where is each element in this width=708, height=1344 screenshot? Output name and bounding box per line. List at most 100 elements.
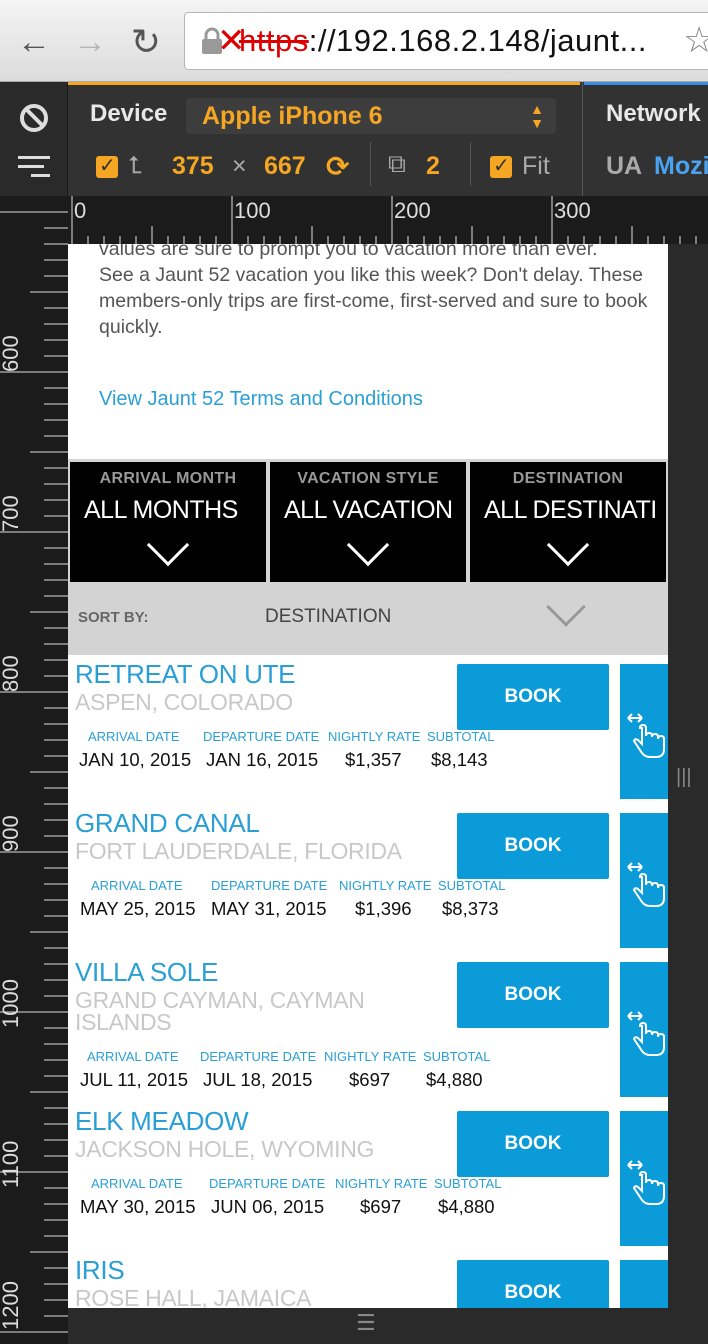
vertical-ruler: 600 700 800 900 1000 1100 1200 [0, 196, 68, 1344]
address-bar[interactable]: ✕ https://192.168.2.148/jaunt... ☆ [184, 12, 708, 70]
book-button[interactable]: BOOK [457, 962, 609, 1028]
back-arrow-icon[interactable]: ← [14, 22, 54, 62]
chevron-down-icon [146, 523, 190, 567]
disable-emulation-icon[interactable] [20, 104, 48, 132]
book-button[interactable]: BOOK [457, 1111, 609, 1177]
forward-arrow-icon[interactable]: → [70, 22, 110, 62]
intro-text: values are sure to prompt you to vacatio… [99, 244, 659, 340]
book-button[interactable]: BOOK [457, 1260, 609, 1308]
width-input[interactable]: 375 [172, 152, 214, 181]
swap-dimensions-icon[interactable]: ⮤ [128, 152, 142, 180]
swipe-panel[interactable] [620, 813, 668, 948]
listing-location: ASPEN, COLORADO [75, 689, 293, 715]
departure-date: JUL 18, 2015 [203, 1069, 313, 1090]
device-label: Device [90, 100, 168, 127]
url-path: ://192.168.2.148/jaunt... [308, 23, 647, 58]
filter-title: DESTINATION [512, 470, 624, 487]
arrival-date: JUL 11, 2015 [80, 1069, 188, 1090]
swipe-hand-icon [627, 713, 665, 758]
bookmark-star-icon[interactable]: ☆ [683, 19, 708, 61]
listing-name[interactable]: GRAND CANAL [75, 808, 260, 839]
ruler-label: 1100 [0, 1140, 23, 1188]
ruler-ticks [71, 196, 697, 244]
reload-icon[interactable]: ↻ [126, 22, 166, 62]
network-label[interactable]: Network [606, 100, 701, 128]
separator [582, 82, 583, 196]
swipe-hand-icon [627, 1160, 665, 1205]
book-button[interactable]: BOOK [457, 813, 609, 879]
separator [370, 142, 371, 186]
intro-paragraph: See a Jaunt 52 vacation you like this we… [99, 264, 648, 338]
filter-title: ARRIVAL MONTH [99, 470, 237, 487]
chevron-down-icon [546, 587, 586, 627]
ruler-label: 100 [234, 198, 271, 223]
departure-date: JUN 06, 2015 [211, 1196, 325, 1217]
intro-paragraph: values are sure to prompt you to vacatio… [99, 244, 598, 260]
ruler-label: 200 [394, 198, 431, 223]
device-tab-indicator [68, 82, 580, 85]
swipe-hand-icon [627, 1011, 665, 1056]
subtotal-header: SUBTOTAL [438, 878, 506, 893]
listing-location: FORT LAUDERDALE, FLORIDA [75, 838, 402, 864]
sort-label: SORT BY: [78, 609, 149, 626]
ua-label: UA [606, 152, 643, 180]
ruler-label: 1200 [0, 1281, 23, 1330]
drawer-icon[interactable] [18, 156, 50, 180]
ruler-label: 800 [0, 655, 23, 692]
sort-value: DESTINATION [265, 606, 392, 627]
chevron-down-icon [546, 523, 590, 567]
devtools-side-controls [0, 82, 68, 196]
emulated-viewport: values are sure to prompt you to vacatio… [68, 244, 668, 1308]
filter-bar: ARRIVAL MONTH ALL MONTHS VACATION STYLE … [68, 459, 668, 585]
swipe-panel[interactable] [620, 1111, 668, 1246]
arrival-header: ARRIVAL DATE [91, 878, 183, 893]
listing-name[interactable]: ELK MEADOW [75, 1106, 249, 1137]
listing-item: RETREAT ON UTE ASPEN, COLORADO BOOK ARRI… [68, 657, 668, 806]
select-updown-icon: ▲ ▼ [530, 101, 544, 131]
listing-name[interactable]: RETREAT ON UTE [75, 659, 296, 690]
subtotal: $4,880 [438, 1196, 495, 1217]
filter-arrival-month[interactable]: ARRIVAL MONTH ALL MONTHS [70, 462, 266, 582]
rotate-icon[interactable]: ⟳ [326, 150, 349, 183]
filter-vacation-style[interactable]: VACATION STYLE ALL VACATION [270, 462, 466, 582]
filter-destination[interactable]: DESTINATION ALL DESTINATI [470, 462, 666, 582]
height-input[interactable]: 667 [264, 152, 306, 181]
ruler-label: 700 [0, 495, 23, 532]
ruler-label: 0 [74, 198, 87, 223]
url-scheme: https [239, 23, 309, 58]
arrival-header: ARRIVAL DATE [91, 1176, 183, 1191]
separator [470, 142, 471, 186]
departure-header: DEPARTURE DATE [209, 1176, 326, 1191]
sort-bar[interactable]: SORT BY: DESTINATION [68, 585, 668, 655]
listing-location: JACKSON HOLE, WYOMING [75, 1136, 375, 1162]
swipe-panel[interactable] [620, 1260, 668, 1308]
fit-checkbox[interactable] [490, 153, 512, 178]
subtotal: $4,880 [426, 1069, 483, 1090]
terms-link[interactable]: View Jaunt 52 Terms and Conditions [99, 388, 423, 411]
emulate-resolution-checkbox[interactable] [96, 153, 118, 178]
filter-title: VACATION STYLE [297, 470, 439, 487]
book-button[interactable]: BOOK [457, 664, 609, 730]
device-select[interactable]: Apple iPhone 6 ▲ ▼ [186, 98, 556, 134]
swipe-panel[interactable] [620, 962, 668, 1097]
departure-date: JAN 16, 2015 [206, 749, 319, 770]
listing-name[interactable]: VILLA SOLE [75, 957, 218, 988]
horizontal-ruler: 0 100 200 300 [68, 196, 708, 244]
scale-input[interactable]: 2 [426, 152, 440, 181]
rate-header: NIGHTLY RATE [335, 1176, 428, 1191]
arrival-header: ARRIVAL DATE [88, 729, 180, 744]
url-text: https://192.168.2.148/jaunt... [239, 21, 647, 61]
swipe-panel[interactable] [620, 664, 668, 799]
nightly-rate: $1,396 [355, 898, 412, 919]
ua-value[interactable]: Mozi [654, 152, 708, 181]
listing-item: ELK MEADOW JACKSON HOLE, WYOMING BOOK AR… [68, 1104, 668, 1253]
resize-handle-icon[interactable]: ||| [676, 766, 692, 789]
listing-location: ROSE HALL, JAMAICA [75, 1285, 312, 1309]
listing-name[interactable]: IRIS [75, 1255, 125, 1286]
arrival-date: JAN 10, 2015 [79, 749, 192, 770]
rate-header: NIGHTLY RATE [339, 878, 432, 893]
arrival-header: ARRIVAL DATE [87, 1049, 179, 1064]
arrival-date: MAY 25, 2015 [80, 898, 196, 919]
resize-handle-icon[interactable]: ☰ [356, 1310, 376, 1336]
nightly-rate: $697 [360, 1196, 402, 1217]
